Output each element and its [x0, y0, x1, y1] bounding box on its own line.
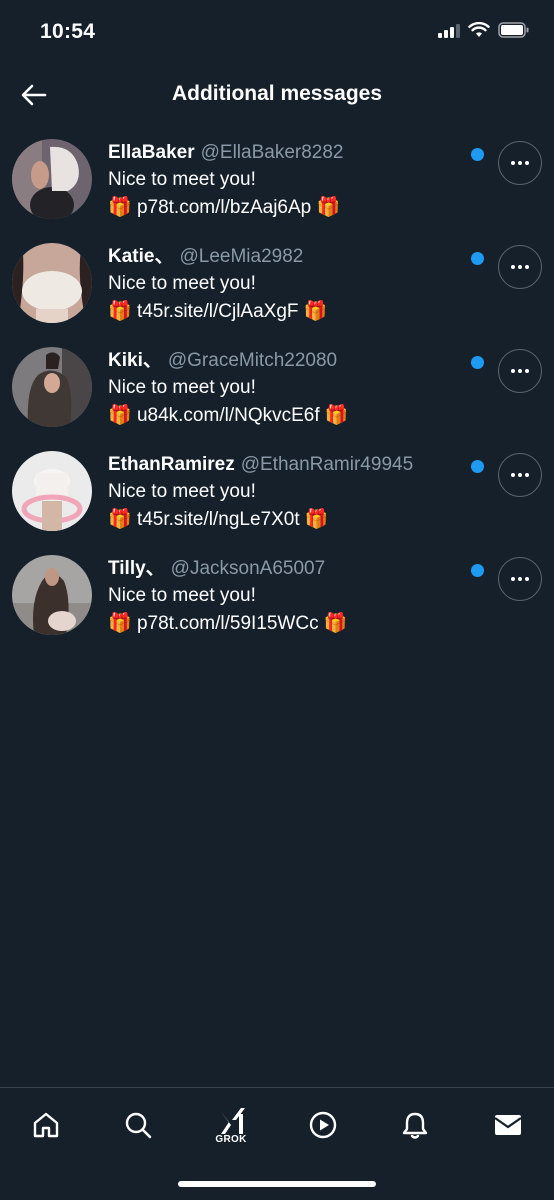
avatar[interactable]: [12, 347, 92, 427]
message-text: Nice to meet you!: [108, 169, 256, 190]
avatar[interactable]: [12, 243, 92, 323]
message-link[interactable]: p78t.com/l/59I15WCc: [137, 613, 319, 634]
sender-name: EthanRamirez: [108, 454, 235, 475]
wifi-icon: [468, 22, 490, 37]
unread-dot: [471, 564, 484, 577]
nav-video[interactable]: [300, 1102, 346, 1148]
message-link-line: 🎁 u84k.com/l/NQkvcE6f 🎁: [108, 402, 480, 430]
message-content: EllaBaker @EllaBaker8282 Nice to meet you…: [108, 140, 480, 222]
message-text: Nice to meet you!: [108, 273, 256, 294]
additional-messages-screen: 10:54 Additional messages EllaBaker @Ell…: [0, 0, 554, 1200]
message-request-list: EllaBaker @EllaBaker8282 Nice to meet you…: [0, 132, 554, 652]
sender-name: Tilly、: [108, 558, 165, 579]
nav-search[interactable]: [115, 1102, 161, 1148]
sender-name: Kiki、: [108, 350, 162, 371]
nav-home[interactable]: [23, 1102, 69, 1148]
message-item-5[interactable]: Tilly、 @JacksonA65007 Nice to meet you! 🎁…: [0, 548, 554, 652]
message-link-line: 🎁 p78t.com/l/bzAaj6Ap 🎁: [108, 194, 480, 222]
gift-icon: 🎁: [316, 197, 341, 218]
message-link-line: 🎁 t45r.site/l/ngLe7X0t 🎁: [108, 506, 480, 534]
sender-handle: @GraceMitch22080: [167, 350, 338, 371]
message-content: Tilly、 @JacksonA65007 Nice to meet you! 🎁…: [108, 556, 480, 638]
message-link[interactable]: p78t.com/l/bzAaj6Ap: [137, 197, 311, 218]
bell-icon: [402, 1112, 428, 1139]
search-icon: [125, 1112, 152, 1139]
page-header: Additional messages: [0, 64, 554, 126]
unread-dot: [471, 460, 484, 473]
avatar[interactable]: [12, 451, 92, 531]
cellular-signal-icon: [438, 22, 460, 38]
mail-icon: [494, 1115, 522, 1135]
gift-icon: 🎁: [304, 509, 329, 530]
message-text: Nice to meet you!: [108, 377, 256, 398]
sender-handle: @LeeMia2982: [179, 246, 304, 267]
message-item-3[interactable]: Kiki、 @GraceMitch22080 Nice to meet you! …: [0, 340, 554, 444]
page-title: Additional messages: [171, 82, 383, 105]
more-options-button[interactable]: [498, 453, 542, 497]
gift-icon: 🎁: [303, 301, 328, 322]
message-text: Nice to meet you!: [108, 585, 256, 606]
gift-icon: 🎁: [324, 405, 349, 426]
home-icon: [33, 1112, 59, 1138]
message-link[interactable]: u84k.com/l/NQkvcE6f: [137, 405, 320, 426]
message-link[interactable]: t45r.site/l/CjlAaXgF: [137, 301, 299, 322]
status-time: 10:54: [40, 20, 96, 43]
message-text: Nice to meet you!: [108, 481, 256, 502]
play-circle-icon: [309, 1111, 337, 1139]
nav-grok[interactable]: GROK: [208, 1102, 254, 1148]
gift-icon: 🎁: [108, 405, 132, 426]
sender-handle: @JacksonA65007: [170, 558, 326, 579]
gift-icon: 🎁: [323, 613, 348, 634]
message-content: Kiki、 @GraceMitch22080 Nice to meet you! …: [108, 348, 480, 430]
message-item-2[interactable]: Katie、 @LeeMia2982 Nice to meet you! 🎁 t4…: [0, 236, 554, 340]
message-item-4[interactable]: EthanRamirez @EthanRamir49945 Nice to mee…: [0, 444, 554, 548]
message-item-1[interactable]: EllaBaker @EllaBaker8282 Nice to meet you…: [0, 132, 554, 236]
grok-label: GROK: [215, 1133, 247, 1145]
nav-messages[interactable]: [485, 1102, 531, 1148]
avatar[interactable]: [12, 555, 92, 635]
unread-dot: [471, 148, 484, 161]
sender-handle: @EllaBaker8282: [200, 142, 344, 163]
more-options-button[interactable]: [498, 557, 542, 601]
sender-name: Katie、: [108, 246, 174, 267]
gift-icon: 🎁: [108, 301, 132, 322]
gift-icon: 🎁: [108, 613, 132, 634]
gift-icon: 🎁: [108, 197, 132, 218]
message-content: EthanRamirez @EthanRamir49945 Nice to mee…: [108, 452, 480, 534]
sender-name: EllaBaker: [108, 142, 195, 163]
status-bar: 10:54: [0, 0, 554, 64]
sender-handle: @EthanRamir49945: [240, 454, 414, 475]
status-icons: [438, 22, 530, 38]
unread-dot: [471, 252, 484, 265]
more-options-button[interactable]: [498, 349, 542, 393]
unread-dot: [471, 356, 484, 369]
message-link-line: 🎁 t45r.site/l/CjlAaXgF 🎁: [108, 298, 480, 326]
nav-notifications[interactable]: [392, 1102, 438, 1148]
more-options-button[interactable]: [498, 245, 542, 289]
avatar[interactable]: [12, 139, 92, 219]
more-options-button[interactable]: [498, 141, 542, 185]
message-link-line: 🎁 p78t.com/l/59I15WCc 🎁: [108, 610, 480, 638]
message-content: Katie、 @LeeMia2982 Nice to meet you! 🎁 t4…: [108, 244, 480, 326]
grok-icon: [221, 1107, 245, 1134]
message-link[interactable]: t45r.site/l/ngLe7X0t: [137, 509, 300, 530]
home-indicator: [178, 1181, 376, 1187]
gift-icon: 🎁: [108, 509, 132, 530]
battery-icon: [498, 22, 529, 38]
